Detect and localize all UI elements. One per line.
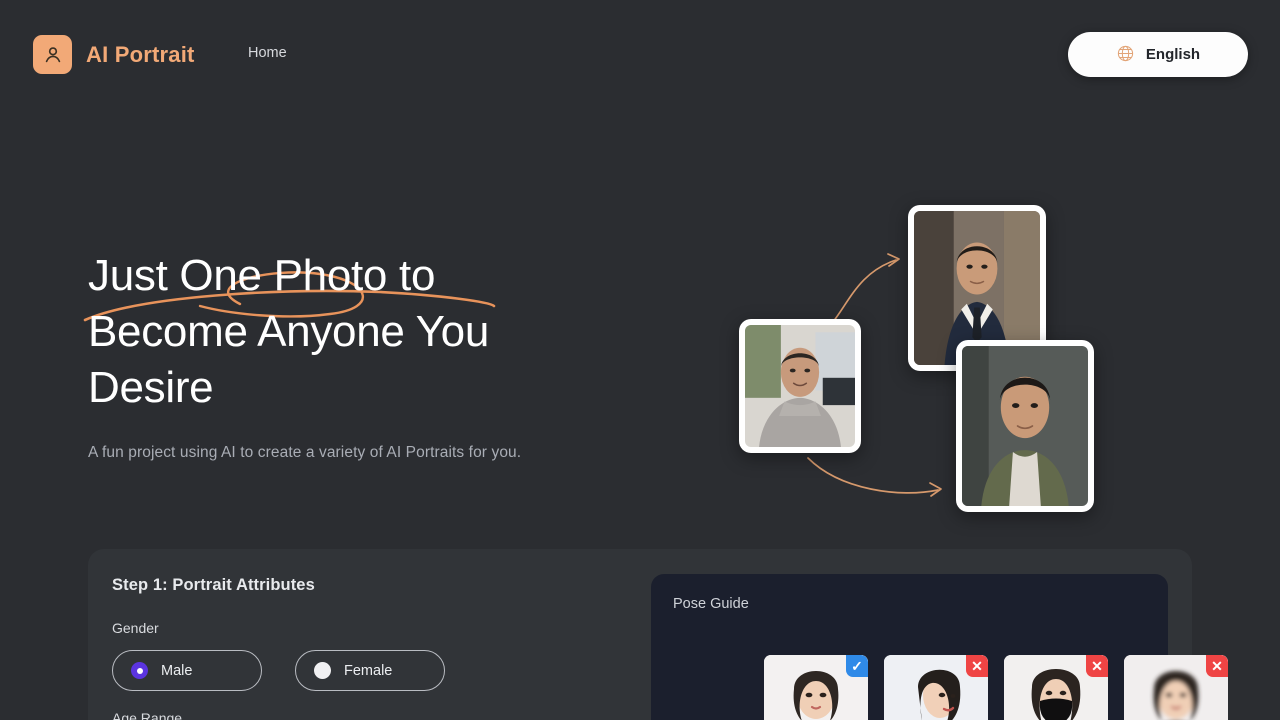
- hero-heading-block: Just One Photo to Become Anyone You Desi…: [88, 248, 648, 416]
- hero-title-line-3: Desire: [88, 363, 214, 412]
- step-attributes-panel: Step 1: Portrait Attributes Gender Male …: [88, 549, 1228, 720]
- radio-selected-icon: [131, 662, 148, 679]
- page-title: Just One Photo to Become Anyone You Desi…: [88, 248, 648, 416]
- cross-icon: ✕: [1206, 655, 1228, 677]
- step-title: Step 1: Portrait Attributes: [112, 576, 315, 594]
- brand-logo[interactable]: AI Portrait: [33, 35, 195, 74]
- cross-icon: ✕: [1086, 655, 1108, 677]
- cross-icon: ✕: [966, 655, 988, 677]
- radio-unselected-icon: [314, 662, 331, 679]
- pose-guide-card[interactable]: ✕ Not frontal: [884, 655, 988, 720]
- pose-guide-card[interactable]: ✕ Too blurry: [1124, 655, 1228, 720]
- globe-icon: [1116, 44, 1135, 66]
- gender-option-female[interactable]: Female: [295, 650, 445, 691]
- gender-option-male[interactable]: Male: [112, 650, 262, 691]
- hero-subtitle: A fun project using AI to create a varie…: [88, 444, 522, 461]
- site-header: AI Portrait Home English: [0, 0, 1280, 108]
- pose-guide-grid: ✓ Clear facial...: [764, 655, 1228, 720]
- brand-name: AI Portrait: [86, 41, 195, 67]
- language-label: English: [1145, 46, 1201, 63]
- source-photo-card[interactable]: [739, 319, 861, 453]
- age-range-label: Age Range: [112, 710, 183, 720]
- hero-title-line-2: Become Anyone You: [88, 307, 490, 356]
- main-nav: Home: [248, 45, 287, 61]
- hero-photo-collage: [700, 190, 1120, 530]
- gender-option-female-label: Female: [344, 662, 393, 679]
- check-icon: ✓: [846, 655, 868, 677]
- generated-jacket-image: [962, 346, 1088, 506]
- generated-photo-card-jacket[interactable]: [956, 340, 1094, 512]
- pose-guide-card[interactable]: ✕ Obstructio...: [1004, 655, 1108, 720]
- pose-guide-panel: Pose Guide ✓ ✕ ✕ ✕: [651, 574, 1228, 720]
- hero-title-line-1: Just One Photo to: [88, 251, 436, 300]
- pose-guide-card[interactable]: ✓ Clear facial...: [764, 655, 868, 720]
- gender-option-male-label: Male: [161, 662, 193, 679]
- language-selector-button[interactable]: English: [1068, 32, 1248, 77]
- pose-guide-title: Pose Guide: [673, 596, 749, 612]
- nav-item-home[interactable]: Home: [248, 45, 287, 61]
- source-photo-image: [745, 325, 855, 447]
- gender-label: Gender: [112, 620, 159, 636]
- gender-radio-group: Male Female: [112, 650, 445, 691]
- app-root: AI Portrait Home English Just One Photo …: [0, 0, 1280, 720]
- user-avatar-icon: [33, 35, 72, 74]
